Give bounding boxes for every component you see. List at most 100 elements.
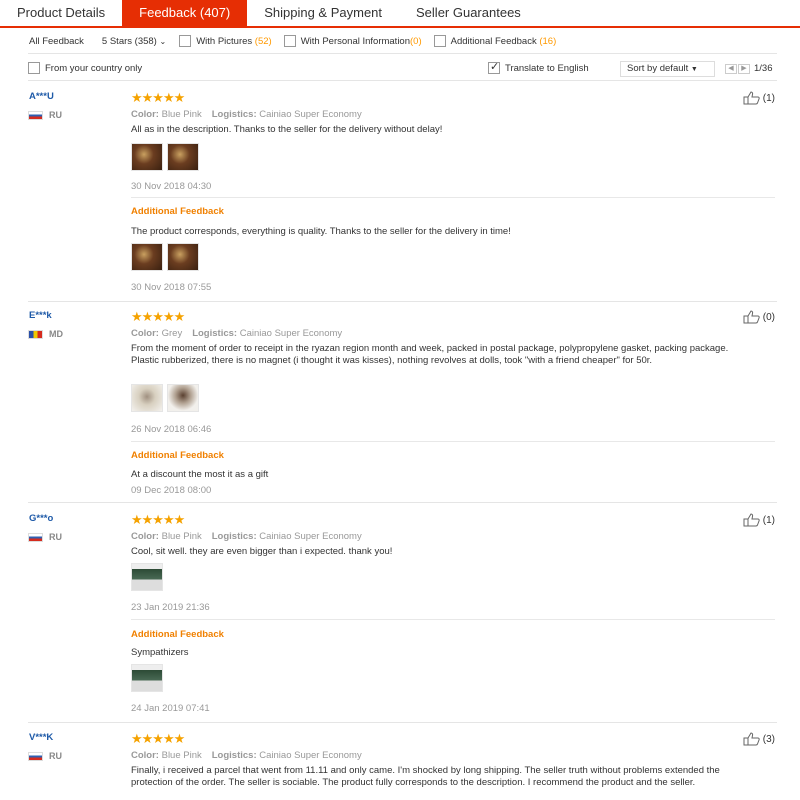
logistics-value: Cainiao Super Economy bbox=[259, 750, 362, 761]
color-label: Color: bbox=[131, 531, 159, 542]
photo-list bbox=[131, 143, 203, 171]
chevron-down-icon: ▼ bbox=[690, 66, 698, 73]
additional-feedback-text: The product corresponds, everything is q… bbox=[131, 226, 511, 237]
feedback-text: From the moment of order to receipt in t… bbox=[131, 343, 729, 366]
divider bbox=[28, 502, 777, 503]
next-page-icon[interactable]: ▶ bbox=[738, 63, 750, 74]
reviewer-name[interactable]: V***K bbox=[29, 732, 53, 743]
helpful-button[interactable]: (0) bbox=[743, 310, 775, 324]
tab-bar: Product Details Feedback (407) Shipping … bbox=[0, 0, 800, 28]
translate-label: Translate to English bbox=[505, 62, 589, 74]
flag-ru-icon bbox=[28, 532, 43, 542]
additional-feedback-title: Additional Feedback bbox=[131, 206, 224, 217]
reviewer-country: RU bbox=[28, 110, 62, 120]
from-country-label: From your country only bbox=[45, 62, 143, 74]
photo-list bbox=[131, 563, 167, 591]
logistics-label: Logistics: bbox=[192, 328, 238, 339]
thumbs-up-icon bbox=[743, 732, 760, 746]
with-pictures-label: With Pictures bbox=[196, 35, 253, 47]
translate-checkbox[interactable] bbox=[488, 60, 500, 74]
review-photo-thumbnail[interactable] bbox=[131, 143, 163, 171]
from-country-checkbox[interactable] bbox=[28, 62, 40, 74]
stars-filter-label: 5 Stars (358) bbox=[101, 35, 157, 47]
helpful-count: (1) bbox=[762, 514, 775, 526]
country-code: MD bbox=[49, 329, 63, 339]
additional-feedback-date: 24 Jan 2019 07:41 bbox=[131, 703, 210, 714]
divider bbox=[28, 53, 777, 54]
order-info: Color: Blue Pink Logistics: Cainiao Super… bbox=[131, 109, 362, 120]
review-photo-thumbnail[interactable] bbox=[167, 384, 199, 412]
stars-filter-select[interactable]: 5 Stars (358) ⌄ bbox=[102, 36, 166, 47]
logistics-value: Cainiao Super Economy bbox=[239, 328, 343, 339]
reviewer-country: RU bbox=[28, 532, 62, 542]
tab-seller-guarantees[interactable]: Seller Guarantees bbox=[399, 0, 538, 26]
reviewer-country: RU bbox=[28, 751, 62, 761]
additional-feedback-date: 30 Nov 2018 07:55 bbox=[131, 282, 212, 293]
feedback-item: V***K RU ★★★★★ Color: Blue Pink Logistics… bbox=[28, 732, 777, 800]
flag-md-icon bbox=[28, 329, 43, 339]
review-photo-thumbnail[interactable] bbox=[167, 143, 199, 171]
sort-label: Sort by default bbox=[627, 63, 689, 74]
thumbs-up-icon bbox=[743, 91, 760, 105]
helpful-count: (3) bbox=[762, 733, 775, 745]
feedback-text: All as in the description. Thanks to the… bbox=[131, 124, 443, 135]
additional-feedback-title: Additional Feedback bbox=[131, 450, 224, 461]
color-value: Blue Pink bbox=[161, 109, 202, 120]
photo-list bbox=[131, 664, 167, 692]
star-rating-icon: ★★★★★ bbox=[131, 309, 185, 324]
all-feedback-link[interactable]: All Feedback bbox=[29, 36, 84, 47]
reviewer-name[interactable]: G***o bbox=[29, 513, 53, 524]
reviewer-name[interactable]: E***k bbox=[29, 310, 52, 321]
tab-shipping-payment[interactable]: Shipping & Payment bbox=[247, 0, 399, 26]
logistics-label: Logistics: bbox=[211, 531, 257, 542]
helpful-button[interactable]: (3) bbox=[743, 732, 775, 746]
divider bbox=[131, 197, 775, 198]
flag-ru-icon bbox=[28, 110, 43, 120]
helpful-button[interactable]: (1) bbox=[743, 513, 775, 527]
divider bbox=[28, 301, 777, 302]
star-rating-icon: ★★★★★ bbox=[131, 90, 185, 105]
logistics-value: Cainiao Super Economy bbox=[259, 109, 362, 120]
feedback-date: 23 Jan 2019 21:36 bbox=[131, 602, 210, 613]
prev-page-icon[interactable]: ◀ bbox=[725, 63, 737, 74]
flag-ru-icon bbox=[28, 751, 43, 761]
color-value: Blue Pink bbox=[161, 750, 202, 761]
helpful-button[interactable]: (1) bbox=[743, 91, 775, 105]
additional-feedback-text: Sympathizers bbox=[131, 647, 189, 658]
review-photo-thumbnail[interactable] bbox=[131, 243, 163, 271]
review-photo-thumbnail[interactable] bbox=[131, 563, 163, 591]
color-label: Color: bbox=[131, 750, 159, 761]
divider bbox=[131, 619, 775, 620]
additional-feedback-date: 09 Dec 2018 08:00 bbox=[131, 485, 212, 496]
chevron-down-icon: ⌄ bbox=[159, 36, 167, 46]
tab-feedback[interactable]: Feedback (407) bbox=[122, 0, 248, 26]
order-info: Color: Blue Pink Logistics: Cainiao Super… bbox=[131, 531, 362, 542]
country-code: RU bbox=[49, 751, 62, 761]
with-personal-count: (0) bbox=[410, 35, 422, 47]
feedback-date: 26 Nov 2018 06:46 bbox=[131, 424, 212, 435]
with-personal-label: With Personal Information bbox=[300, 35, 410, 47]
with-pictures-checkbox[interactable] bbox=[179, 35, 192, 47]
review-photo-thumbnail[interactable] bbox=[167, 243, 199, 271]
photo-list bbox=[131, 243, 203, 271]
divider bbox=[28, 80, 777, 81]
feedback-filter-row: All Feedback 5 Stars (358) ⌄ With Pictur… bbox=[29, 32, 556, 50]
sort-select[interactable]: Sort by default ▼ bbox=[620, 61, 715, 77]
review-photo-thumbnail[interactable] bbox=[131, 384, 163, 412]
country-code: RU bbox=[49, 110, 62, 120]
color-value: Blue Pink bbox=[161, 531, 202, 542]
additional-feedback-label: Additional Feedback bbox=[450, 35, 537, 47]
feedback-text: Finally, i received a parcel that went f… bbox=[131, 765, 720, 788]
with-pictures-count: (52) bbox=[254, 35, 272, 47]
feedback-item: G***o RU ★★★★★ Color: Blue Pink Logistics… bbox=[28, 513, 777, 718]
helpful-count: (1) bbox=[762, 92, 775, 104]
page-indicator: 1/36 bbox=[754, 63, 773, 74]
order-info: Color: Grey Logistics: Cainiao Super Econ… bbox=[131, 328, 342, 339]
color-label: Color: bbox=[131, 328, 159, 339]
tab-product-details[interactable]: Product Details bbox=[0, 0, 122, 26]
reviewer-name[interactable]: A***U bbox=[29, 91, 54, 102]
review-photo-thumbnail[interactable] bbox=[131, 664, 163, 692]
with-personal-checkbox[interactable] bbox=[283, 35, 296, 47]
logistics-label: Logistics: bbox=[211, 109, 257, 120]
additional-feedback-checkbox[interactable] bbox=[433, 35, 446, 47]
